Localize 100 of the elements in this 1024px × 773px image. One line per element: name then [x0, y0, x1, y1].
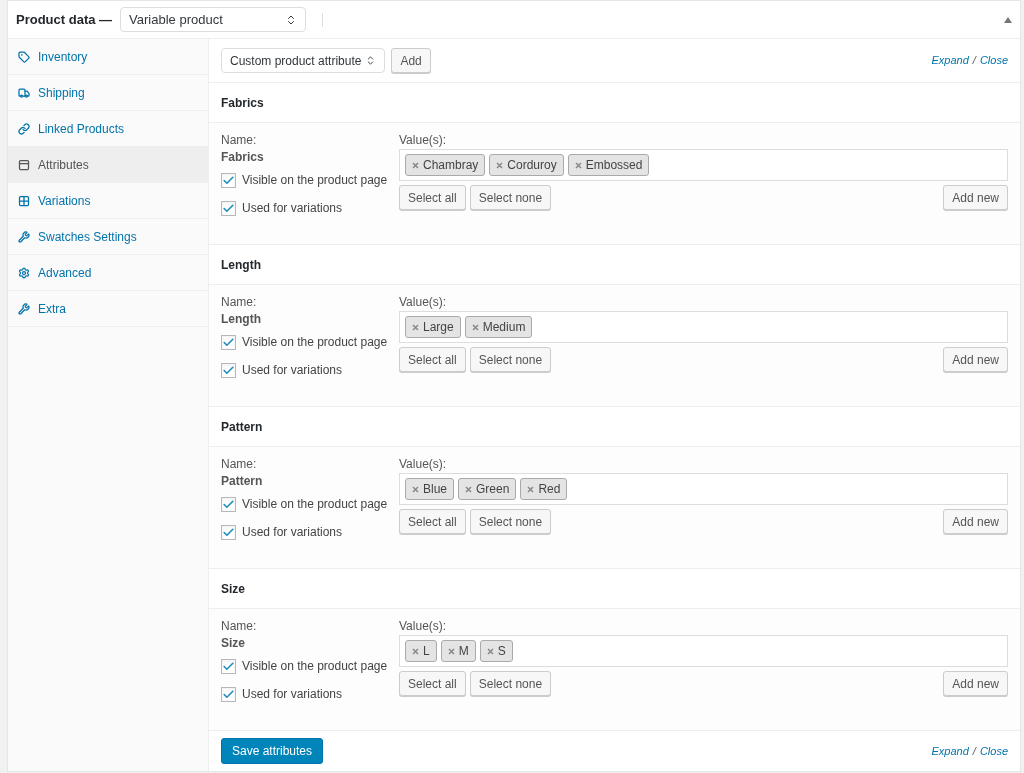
select-all-button[interactable]: Select all [399, 185, 466, 210]
value-tag[interactable]: M [440, 640, 476, 662]
value-tag[interactable]: Embossed [567, 154, 650, 176]
name-label: Name: [221, 618, 258, 635]
select-none-button[interactable]: Select none [469, 509, 552, 534]
close-link[interactable]: Close [979, 742, 1008, 760]
tag-label: Embossed [585, 157, 643, 174]
add-new-button[interactable]: Add new [943, 509, 1008, 534]
wrench-icon [18, 302, 30, 315]
checkbox[interactable] [221, 686, 236, 702]
remove-icon[interactable] [574, 161, 582, 169]
attribute-title[interactable]: Length [221, 255, 261, 274]
value-tag[interactable]: Medium [464, 316, 533, 338]
expand-link[interactable]: Expand [931, 52, 969, 69]
checkbox-label: Used for variations [242, 200, 343, 217]
remove-icon[interactable] [412, 647, 419, 655]
name-label: Name: [221, 456, 258, 473]
attribute-name: Size [221, 635, 246, 652]
checkbox-label: Used for variations [242, 524, 343, 541]
select-none-button[interactable]: Select none [469, 671, 552, 696]
checkbox[interactable] [221, 200, 236, 216]
product-type-select[interactable]: Variable product [120, 7, 307, 32]
remove-icon[interactable] [412, 485, 419, 493]
value-tag[interactable]: S [479, 640, 513, 662]
checkbox[interactable] [221, 334, 236, 350]
select-none-button[interactable]: Select none [469, 185, 552, 210]
tag-label: Large [423, 319, 454, 336]
sidebar-tab[interactable]: Attributes [8, 147, 208, 183]
checkbox-label: Visible on the product page [242, 658, 388, 675]
attribute-title[interactable]: Pattern [221, 417, 263, 436]
values-field[interactable]: Large Medium [399, 311, 1008, 343]
save-attributes-button[interactable]: Save attributes [221, 738, 324, 764]
tag-label: Chambray [423, 157, 479, 174]
values-field[interactable]: Blue Green Red [399, 473, 1008, 505]
attribute-name: Fabrics [221, 149, 265, 166]
checkbox-label: Visible on the product page [242, 172, 388, 189]
values-field[interactable]: Chambray Corduroy Embossed [399, 149, 1008, 181]
value-tag[interactable]: Corduroy [489, 154, 564, 176]
value-tag[interactable]: Chambray [405, 154, 486, 176]
attribute-title[interactable]: Size [221, 579, 245, 598]
tag-label: Medium [482, 319, 526, 336]
add-new-button[interactable]: Add new [943, 347, 1008, 372]
attribute-name: Pattern [221, 473, 264, 490]
separator-text: / [972, 53, 976, 69]
tag-label: Blue [423, 481, 448, 498]
checkbox[interactable] [221, 496, 236, 512]
separator-text: / [972, 743, 976, 759]
values-field[interactable]: L M S [399, 635, 1008, 667]
value-tag[interactable]: Blue [405, 478, 455, 500]
expand-link[interactable]: Expand [931, 742, 969, 760]
checkbox-label: Used for variations [242, 362, 343, 379]
value-tag[interactable]: Large [405, 316, 461, 338]
truck-icon [18, 86, 30, 99]
close-link[interactable]: Close [979, 52, 1008, 69]
add-new-button[interactable]: Add new [943, 185, 1008, 210]
attribute-title[interactable]: Fabrics [221, 93, 264, 112]
select-all-button[interactable]: Select all [399, 347, 466, 372]
select-none-button[interactable]: Select none [469, 347, 552, 372]
values-label: Value(s): [399, 132, 448, 149]
panel-title: Product data — [16, 10, 113, 29]
sidebar-tab[interactable]: Swatches Settings [8, 219, 208, 255]
checkbox[interactable] [221, 362, 236, 378]
collapse-triangle-icon[interactable] [1004, 16, 1012, 23]
sidebar-tab[interactable]: Advanced [8, 255, 208, 291]
link-icon [18, 122, 30, 135]
remove-icon[interactable] [465, 485, 473, 493]
checkbox[interactable] [221, 658, 236, 674]
attribute-type-select[interactable]: Custom product attribute [221, 48, 386, 73]
wrench-icon [18, 230, 30, 243]
tag-label: L [423, 643, 430, 660]
table-icon [18, 158, 30, 171]
add-button[interactable]: Add [391, 48, 431, 73]
grid-icon [18, 194, 30, 207]
checkbox[interactable] [221, 524, 236, 540]
tag-label: Green [476, 481, 510, 498]
remove-icon[interactable] [496, 161, 504, 169]
value-tag[interactable]: L [405, 640, 437, 662]
remove-icon[interactable] [486, 647, 494, 655]
remove-icon[interactable] [412, 161, 419, 169]
value-tag[interactable]: Green [458, 478, 517, 500]
sidebar-tab[interactable]: Extra [8, 291, 208, 327]
remove-icon[interactable] [412, 323, 419, 331]
remove-icon[interactable] [527, 485, 535, 493]
tag-label: Red [538, 481, 561, 498]
values-label: Value(s): [399, 456, 448, 473]
remove-icon[interactable] [471, 323, 479, 331]
checkbox-label: Visible on the product page [242, 496, 388, 513]
name-label: Name: [221, 294, 258, 311]
select-all-button[interactable]: Select all [399, 671, 466, 696]
sidebar-tab[interactable]: Variations [8, 183, 208, 219]
add-new-button[interactable]: Add new [943, 671, 1008, 696]
sidebar-tab[interactable]: Inventory [8, 39, 208, 75]
remove-icon[interactable] [447, 647, 455, 655]
select-all-button[interactable]: Select all [399, 509, 466, 534]
tag-label: M [458, 643, 469, 660]
checkbox-label: Visible on the product page [242, 334, 388, 351]
checkbox[interactable] [221, 172, 236, 188]
sidebar-tab[interactable]: Shipping [8, 75, 208, 111]
tag-label: Corduroy [507, 157, 557, 174]
value-tag[interactable]: Red [520, 478, 568, 500]
